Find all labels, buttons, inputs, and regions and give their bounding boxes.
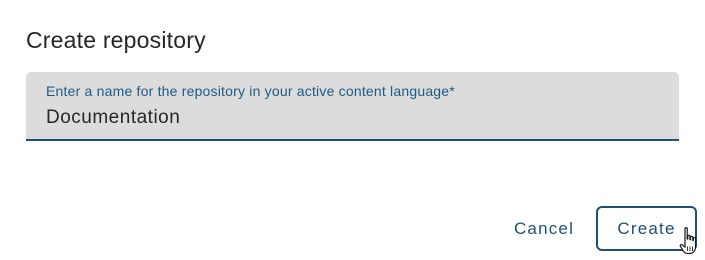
dialog-title: Create repository: [26, 27, 206, 53]
repository-name-input[interactable]: [46, 105, 646, 131]
cancel-button[interactable]: Cancel: [500, 207, 588, 251]
create-repository-dialog: Create repository Enter a name for the r…: [0, 0, 705, 260]
repository-name-field[interactable]: Enter a name for the repository in your …: [26, 72, 679, 141]
create-button[interactable]: Create: [596, 206, 697, 251]
repository-name-label: Enter a name for the repository in your …: [46, 83, 455, 99]
